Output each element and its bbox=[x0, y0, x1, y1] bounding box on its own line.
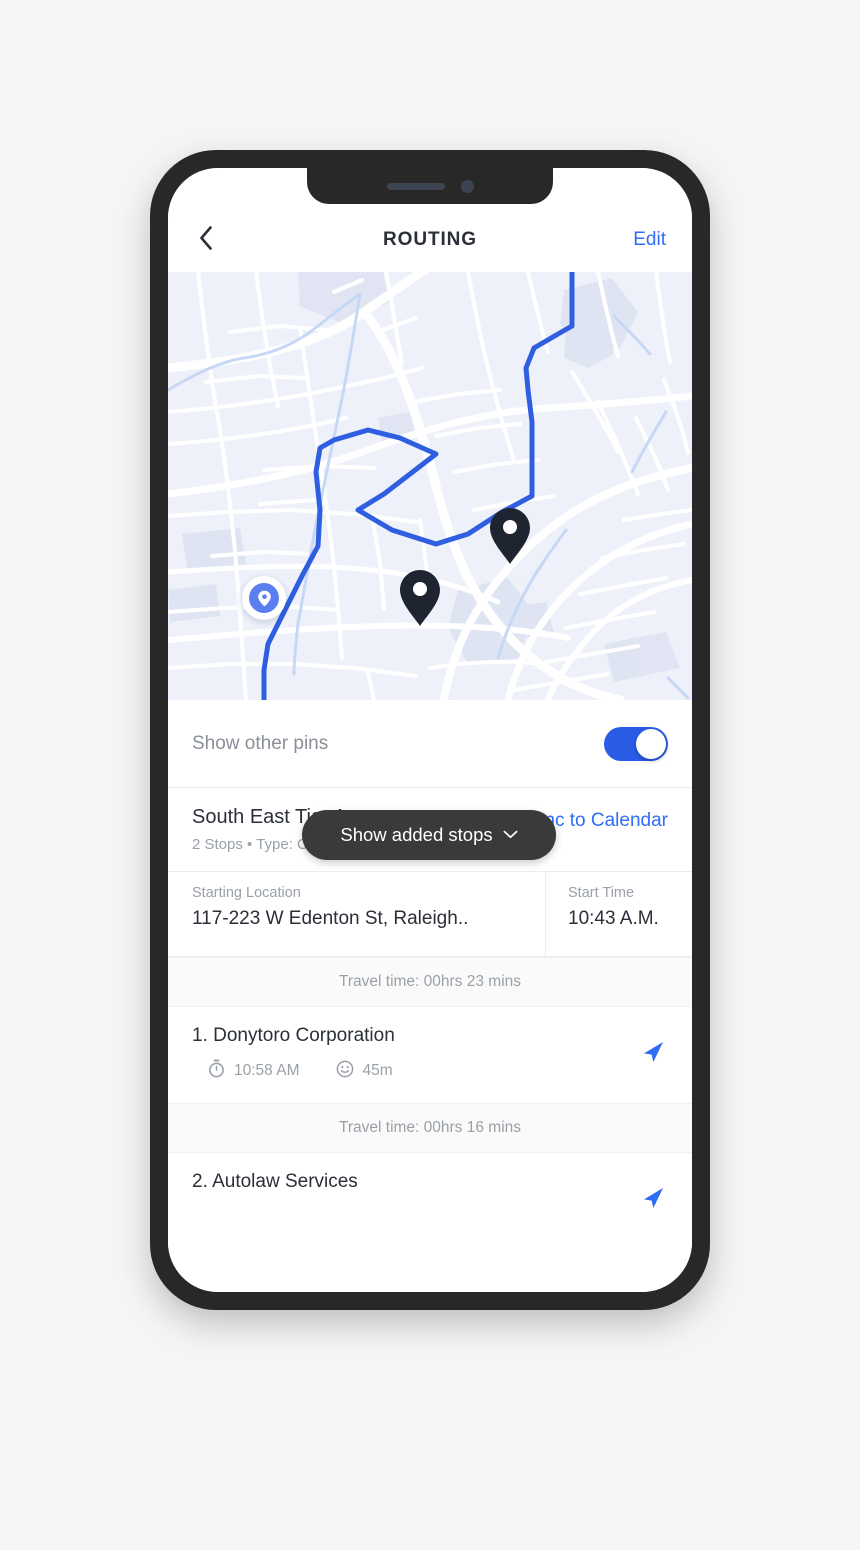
navigate-arrow-icon[interactable] bbox=[640, 1185, 666, 1216]
start-time-value: 10:43 A.M. bbox=[568, 908, 659, 929]
page-title: ROUTING bbox=[383, 229, 477, 250]
stop-title: 2. Autolaw Services bbox=[192, 1171, 358, 1192]
navigate-arrow-icon[interactable] bbox=[640, 1039, 666, 1070]
starting-location-label: Starting Location bbox=[192, 885, 301, 901]
toggle-knob bbox=[636, 728, 666, 759]
show-other-pins-toggle[interactable] bbox=[604, 726, 668, 761]
stop-list-item[interactable]: 1. Donytoro Corporation 10:58 AM 45m bbox=[168, 1007, 692, 1103]
start-info-row: Starting Location 117-223 W Edenton St, … bbox=[168, 872, 692, 957]
stop-duration: 45m bbox=[362, 1062, 393, 1079]
starting-location-cell[interactable]: Starting Location 117-223 W Edenton St, … bbox=[168, 872, 546, 956]
route-details-sheet: Show other pins South East Tier A 2 Stop… bbox=[168, 700, 692, 1292]
edit-button[interactable]: Edit bbox=[633, 229, 666, 251]
stop-arrival-time: 10:58 AM bbox=[234, 1062, 300, 1079]
start-time-cell[interactable]: Start Time 10:43 A.M. bbox=[546, 872, 692, 956]
stop-arrival-metric: 10:58 AM bbox=[208, 1059, 300, 1083]
stop-metrics: 10:58 AM 45m bbox=[192, 1059, 668, 1083]
show-added-stops-button[interactable]: Show added stops bbox=[302, 810, 556, 860]
starting-location-value: 117-223 W Edenton St, Raleigh.. bbox=[192, 908, 469, 929]
phone-notch bbox=[307, 168, 553, 204]
show-added-stops-label: Show added stops bbox=[340, 824, 493, 845]
stop-title: 1. Donytoro Corporation bbox=[192, 1025, 395, 1046]
chevron-down-icon bbox=[503, 826, 518, 844]
map-tiles bbox=[168, 272, 692, 700]
phone-screen: Show added stops Show other pins South E… bbox=[168, 168, 692, 1292]
smiley-icon bbox=[336, 1060, 354, 1083]
show-other-pins-row[interactable]: Show other pins bbox=[168, 700, 692, 788]
map-canvas[interactable] bbox=[168, 272, 692, 700]
start-location-marker[interactable] bbox=[242, 576, 286, 620]
start-time-label: Start Time bbox=[568, 885, 635, 901]
travel-time-band: Travel time: 00hrs 16 mins bbox=[168, 1103, 692, 1153]
speaker-grille bbox=[386, 182, 445, 190]
stopwatch-icon bbox=[208, 1059, 225, 1083]
stop-duration-metric: 45m bbox=[336, 1060, 393, 1083]
phone-frame: Show added stops Show other pins South E… bbox=[150, 150, 710, 1310]
front-camera bbox=[460, 179, 474, 193]
stop-list-item[interactable]: 2. Autolaw Services bbox=[168, 1153, 692, 1225]
show-other-pins-label: Show other pins bbox=[192, 732, 329, 754]
travel-time-band: Travel time: 00hrs 23 mins bbox=[168, 957, 692, 1007]
map-pin-icon bbox=[249, 583, 279, 613]
